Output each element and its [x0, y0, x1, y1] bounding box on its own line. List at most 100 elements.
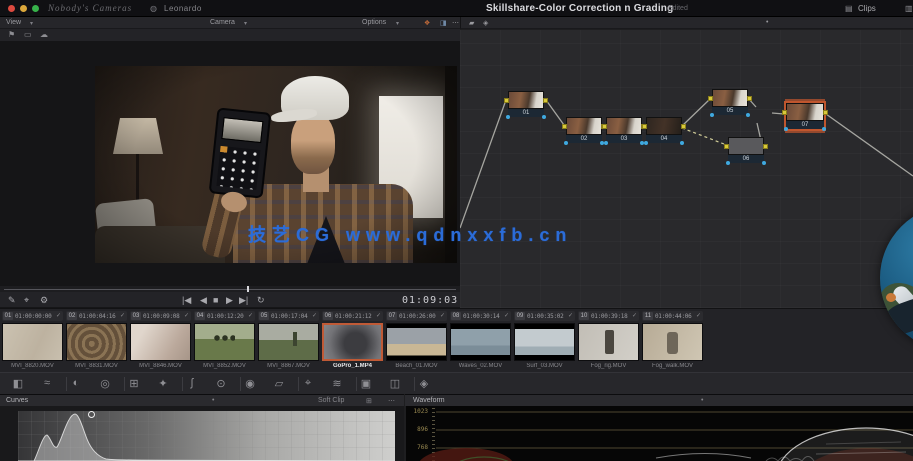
- clip-thumbnail[interactable]: [258, 323, 319, 361]
- node-input-connector[interactable]: [504, 98, 509, 103]
- clip-thumbnail[interactable]: [450, 323, 511, 361]
- document-title: Skillshare-Color Correction n Grading: [486, 3, 674, 14]
- palette-icon[interactable]: ❖: [424, 19, 430, 27]
- node-01[interactable]: 01: [504, 91, 548, 119]
- clip-02[interactable]: 02 01:00:04:16 ✓ MVI_8831.MOV: [66, 309, 127, 373]
- project-title: Nobody's Cameras: [48, 3, 133, 13]
- blur-icon[interactable]: ≋: [329, 377, 345, 390]
- clip-08[interactable]: 08 01:00:30:14 ✓ Waves_02.MOV: [450, 309, 511, 373]
- color-wheels-icon[interactable]: ◐: [68, 377, 84, 389]
- curves-panel[interactable]: [0, 406, 404, 461]
- clip-thumbnail[interactable]: [130, 323, 191, 361]
- clip-thumbnail[interactable]: [2, 323, 63, 361]
- source-caret-icon[interactable]: ▾: [244, 20, 247, 27]
- node-output-connector[interactable]: [543, 98, 548, 103]
- clip-03[interactable]: 03 01:00:09:08 ✓ MVI_8846.MOV: [130, 309, 191, 373]
- cloud-icon[interactable]: ☁: [40, 30, 48, 39]
- display-icon[interactable]: ▭: [24, 30, 32, 39]
- palette-toolbar: ◧ ≈ ◐ ◎ ⊞ ✦ ʃ ⊙ ◉ ▱ ⌖ ≋ ▣ ◫ ◈: [0, 372, 913, 394]
- clip-thumbnail[interactable]: [386, 323, 447, 361]
- clip-01[interactable]: 01 01:00:00:00 ✓ MVI_8820.MOV: [2, 309, 63, 373]
- bin-label[interactable]: Leonardo: [164, 4, 202, 13]
- scope-header-dot: •: [701, 397, 704, 404]
- options-dropdown[interactable]: Options: [362, 19, 386, 26]
- stereo-3d-icon[interactable]: ◈: [416, 377, 432, 390]
- tag-icon[interactable]: ◈: [483, 19, 488, 27]
- clip-04[interactable]: 04 01:00:12:20 ✓ MVI_8852.MOV: [194, 309, 255, 373]
- rgb-mixer-icon[interactable]: ⊞: [126, 377, 142, 390]
- clip-06-selected[interactable]: 06 01:00:21:12 ✓ GoPro_1.MP4: [322, 309, 383, 373]
- sizing-icon[interactable]: ◫: [387, 377, 403, 390]
- zoom-window-button[interactable]: [32, 5, 39, 12]
- node-03[interactable]: 03: [602, 117, 646, 145]
- node-graph-panel[interactable]: 01 02 03 04 05 06 07: [460, 30, 913, 308]
- clip-thumbnail[interactable]: [578, 323, 639, 361]
- grid-icon[interactable]: ⊞: [366, 397, 372, 405]
- curve-control-point[interactable]: [88, 411, 95, 418]
- node-04[interactable]: 04: [642, 117, 686, 145]
- waveform-scope[interactable]: 1023 896 768: [406, 406, 913, 461]
- node-label: 06: [728, 155, 764, 163]
- key-icon[interactable]: ▣: [358, 377, 374, 390]
- document-status: Edited: [668, 5, 688, 12]
- hdr-grade-icon[interactable]: ◎: [97, 377, 113, 390]
- camera-raw-icon[interactable]: ◧: [10, 377, 26, 390]
- nodes-panel-icon[interactable]: ▥: [905, 4, 913, 13]
- color-warper-icon[interactable]: ⊙: [213, 377, 229, 390]
- curves-graph[interactable]: [18, 411, 395, 461]
- snapshot-icon[interactable]: ◨: [440, 19, 447, 27]
- source-dropdown[interactable]: Camera: [210, 19, 235, 26]
- power-window-icon[interactable]: ▱: [271, 377, 287, 390]
- clip-thumbnail[interactable]: [66, 323, 127, 361]
- node-header-dot: •: [766, 19, 769, 26]
- node-02[interactable]: 02: [562, 117, 606, 145]
- curves-title[interactable]: Curves: [6, 397, 28, 404]
- clip-thumbnail[interactable]: [194, 323, 255, 361]
- settings-gear-icon[interactable]: ⚙: [40, 295, 48, 306]
- node-07-selected[interactable]: 07: [782, 101, 828, 131]
- qualifier-icon[interactable]: ◉: [242, 377, 258, 390]
- tracker-icon[interactable]: ⌖: [300, 377, 316, 390]
- curves-icon[interactable]: ʃ: [184, 377, 200, 389]
- clip-09[interactable]: 09 01:00:35:02 ✓ Surf_03.MOV: [514, 309, 575, 373]
- clip-10[interactable]: 10 01:00:39:18 ✓ Fog_rig.MOV: [578, 309, 639, 373]
- step-back-button[interactable]: ◀: [200, 295, 207, 306]
- minimize-window-button[interactable]: [20, 5, 27, 12]
- check-icon: ✓: [55, 313, 61, 319]
- picker-tool-icon[interactable]: ⌖: [24, 295, 29, 306]
- stop-button[interactable]: ■: [213, 295, 218, 305]
- waveform-trace: [419, 411, 913, 461]
- clips-panel-icon[interactable]: ▤: [845, 4, 853, 13]
- view-caret-icon[interactable]: ▾: [30, 20, 33, 27]
- soft-clip-button[interactable]: Soft Clip: [318, 397, 344, 404]
- scope-panel-header: Waveform •: [405, 394, 913, 406]
- clip-05[interactable]: 05 01:00:17:04 ✓ MVI_8867.MOV: [258, 309, 319, 373]
- node-label: 07: [786, 121, 824, 129]
- curves-panel-header: Curves • Soft Clip ⊞ ⋯: [0, 394, 404, 406]
- clips-panel-button[interactable]: Clips: [858, 4, 876, 13]
- clip-thumbnail[interactable]: [514, 323, 575, 361]
- go-to-end-button[interactable]: ▶|: [239, 295, 248, 306]
- flag-icon[interactable]: ⚑: [8, 30, 15, 39]
- more-options-icon[interactable]: ⋯: [452, 19, 459, 27]
- close-window-button[interactable]: [8, 5, 15, 12]
- play-button[interactable]: ▶: [226, 295, 233, 306]
- draw-tool-icon[interactable]: ✎: [8, 295, 16, 306]
- go-to-start-button[interactable]: |◀: [182, 295, 191, 306]
- clip-11[interactable]: 11 01:00:44:06 ✓ Fog_walk.MOV: [642, 309, 703, 373]
- luma-histogram: [18, 413, 395, 461]
- clip-07[interactable]: 07 01:00:26:00 ✓ Beach_01.MOV: [386, 309, 447, 373]
- clip-thumbnail[interactable]: [322, 323, 383, 361]
- color-match-icon[interactable]: ≈: [39, 377, 55, 389]
- clip-thumbnail[interactable]: [642, 323, 703, 361]
- clip-number: 01: [3, 312, 13, 320]
- loop-button[interactable]: ↻: [257, 295, 265, 306]
- scope-title[interactable]: Waveform: [413, 397, 445, 404]
- motion-effects-icon[interactable]: ✦: [155, 377, 171, 390]
- node-05[interactable]: 05: [708, 89, 752, 117]
- curves-more-icon[interactable]: ⋯: [388, 397, 395, 405]
- lut-icon[interactable]: ▰: [469, 19, 474, 27]
- node-06[interactable]: 06: [724, 137, 768, 165]
- options-caret-icon[interactable]: ▾: [396, 20, 399, 27]
- view-dropdown[interactable]: View: [6, 19, 21, 26]
